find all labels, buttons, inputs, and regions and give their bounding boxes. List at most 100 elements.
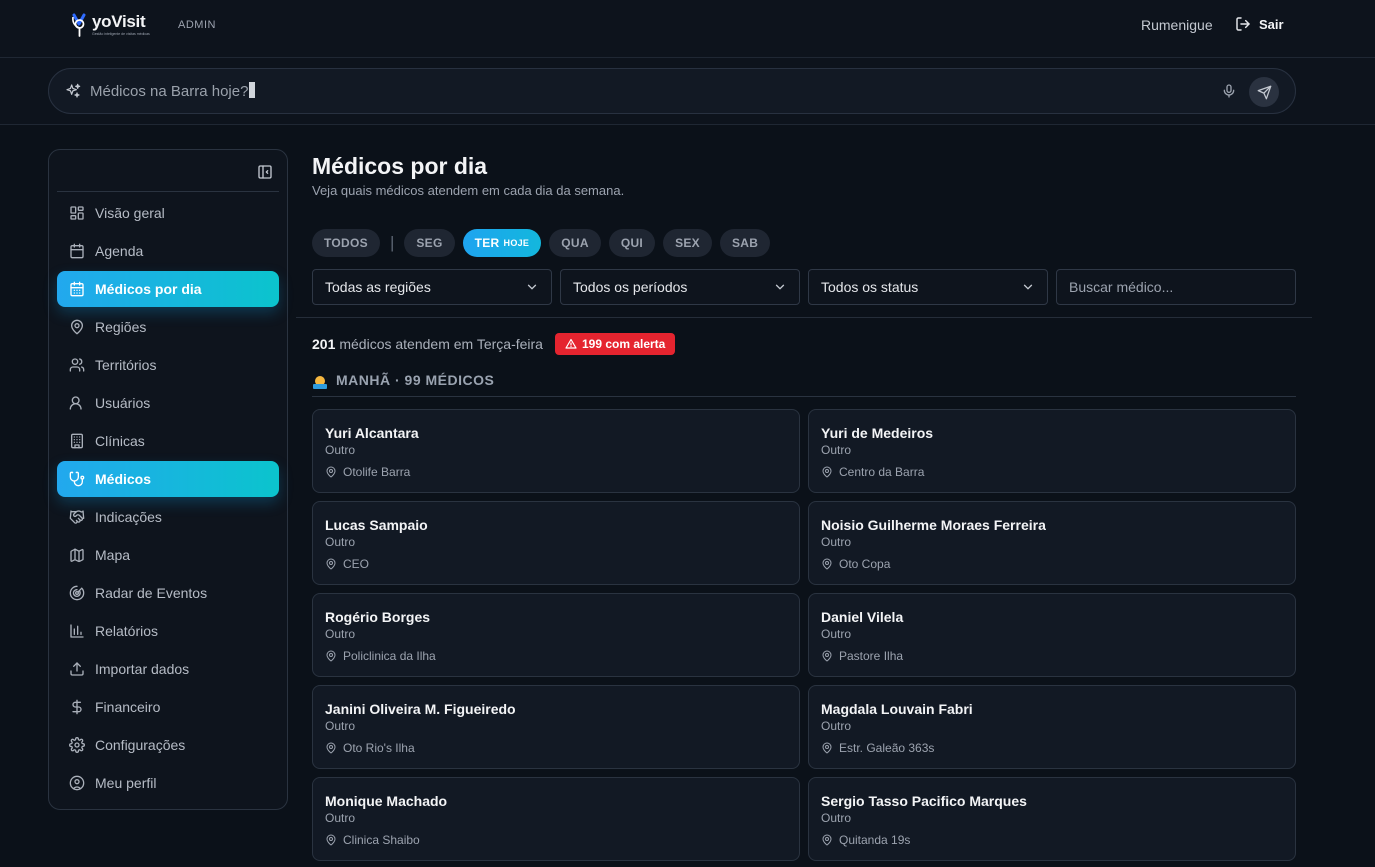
region-select[interactable]: Todas as regiões <box>312 269 552 305</box>
sidebar-item-territorios[interactable]: Territórios <box>57 347 279 383</box>
sun-icon <box>313 376 327 389</box>
bar-chart-icon <box>69 623 85 639</box>
results-text: médicos atendem em Terça-feira <box>339 336 543 352</box>
sidebar-item-relatorios[interactable]: Relatórios <box>57 613 279 649</box>
sidebar-item-indicacoes[interactable]: Indicações <box>57 499 279 535</box>
sidebar-item-label: Territórios <box>95 357 157 373</box>
doctor-location-label: Oto Rio's Ilha <box>343 741 415 755</box>
day-tab-sex[interactable]: SEX <box>663 229 712 257</box>
panel-collapse-icon <box>258 165 272 179</box>
sidebar-item-mapa[interactable]: Mapa <box>57 537 279 573</box>
day-tab-qua[interactable]: QUA <box>549 229 601 257</box>
sidebar-item-label: Relatórios <box>95 623 159 639</box>
sidebar-item-label: Meu perfil <box>95 775 157 791</box>
chevron-down-icon <box>527 284 537 290</box>
sidebar-item-visao-geral[interactable]: Visão geral <box>57 195 279 231</box>
doctor-search-input[interactable] <box>1056 269 1296 305</box>
sidebar-item-label: Indicações <box>95 509 162 525</box>
sidebar-item-label: Regiões <box>95 319 147 335</box>
sidebar-item-label: Usuários <box>95 395 151 411</box>
page-title: Médicos por dia <box>312 153 488 179</box>
stethoscope-icon <box>69 471 85 487</box>
day-tab-todos[interactable]: TODOS <box>312 229 380 257</box>
doctor-specialty: Outro <box>821 535 852 549</box>
map-pin-icon <box>821 742 833 754</box>
dollar-icon <box>69 699 85 715</box>
sidebar-item-clinicas[interactable]: Clínicas <box>57 423 279 459</box>
user-name[interactable]: Rumenigue <box>1141 17 1213 33</box>
doctor-name: Sergio Tasso Pacifico Marques <box>821 793 1027 809</box>
logout-button[interactable]: Sair <box>1235 16 1284 32</box>
sidebar-item-radar-de-eventos[interactable]: Radar de Eventos <box>57 575 279 611</box>
building-icon <box>69 433 85 449</box>
doctor-card[interactable]: Janini Oliveira M. Figueiredo Outro Oto Ri… <box>312 685 800 769</box>
map-pin-icon <box>821 834 833 846</box>
doctor-location: Centro da Barra <box>821 465 1283 479</box>
sidebar-item-usuarios[interactable]: Usuários <box>57 385 279 421</box>
send-button[interactable] <box>1249 77 1279 107</box>
map-pin-icon <box>821 558 833 570</box>
sidebar-item-meu-perfil[interactable]: Meu perfil <box>57 765 279 801</box>
upload-icon <box>69 661 85 677</box>
ai-search-text: Médicos na Barra hoje? <box>90 83 249 100</box>
warning-icon <box>565 338 577 349</box>
day-tab-seg[interactable]: SEG <box>404 229 455 257</box>
calendar-days-icon <box>69 281 85 297</box>
map-pin-icon <box>325 650 337 662</box>
doctor-specialty: Outro <box>325 443 356 457</box>
doctor-location-label: Estr. Galeão 363s <box>839 741 935 755</box>
ai-search-input[interactable]: Médicos na Barra hoje? <box>48 68 1296 114</box>
map-icon <box>69 547 85 563</box>
doctor-card[interactable]: Monique Machado Outro Clinica Shaibo <box>312 777 800 861</box>
doctor-name: Yuri Alcantara <box>325 425 419 441</box>
sidebar-item-regioes[interactable]: Regiões <box>57 309 279 345</box>
sidebar-item-label: Agenda <box>95 243 144 259</box>
sidebar-item-medicos-por-dia[interactable]: Médicos por dia <box>57 271 279 307</box>
day-tab-sab[interactable]: SAB <box>719 229 771 257</box>
day-tab-label: QUA <box>561 236 589 250</box>
doctor-card[interactable]: Lucas Sampaio Outro CEO <box>312 501 800 585</box>
doctor-card[interactable]: Yuri de Medeiros Outro Centro da Barra <box>808 409 1296 493</box>
doctor-card[interactable]: Yuri Alcantara Outro Otolife Barra <box>312 409 800 493</box>
sidebar-item-importar-dados[interactable]: Importar dados <box>57 651 279 687</box>
status-select[interactable]: Todos os status <box>808 269 1048 305</box>
mic-button[interactable] <box>1221 83 1237 99</box>
send-icon <box>1257 85 1271 99</box>
day-tab-label: SEG <box>416 236 443 250</box>
mic-icon <box>1223 84 1235 98</box>
doctor-location-label: Quitanda 19s <box>839 833 911 847</box>
doctor-card[interactable]: Rogério Borges Outro Policlinica da Ilha <box>312 593 800 677</box>
doctor-location: Oto Rio's Ilha <box>325 741 787 755</box>
layout-grid-icon <box>69 205 85 221</box>
day-tab-ter[interactable]: TER HOJE <box>462 229 542 257</box>
map-pin-icon <box>325 558 337 570</box>
user-role: ADMIN <box>178 19 216 31</box>
doctor-location-label: Otolife Barra <box>343 465 411 479</box>
day-filter: TODOS | SEG TER HOJE QUA QUI SEX SAB <box>312 229 778 257</box>
doctor-location: Quitanda 19s <box>821 833 1283 847</box>
region-select-value: Todas as regiões <box>325 279 431 295</box>
sidebar-item-medicos[interactable]: Médicos <box>57 461 279 497</box>
day-tab-qui[interactable]: QUI <box>608 229 656 257</box>
alert-badge[interactable]: 199 com alerta <box>554 333 676 355</box>
doctor-location: Clinica Shaibo <box>325 833 787 847</box>
doctor-specialty: Outro <box>325 811 356 825</box>
app-logo[interactable]: yoVisit Gestão inteligente de visitas mé… <box>70 12 150 38</box>
sidebar-item-financeiro[interactable]: Financeiro <box>57 689 279 725</box>
sidebar-item-agenda[interactable]: Agenda <box>57 233 279 269</box>
collapse-sidebar-button[interactable] <box>257 164 273 180</box>
sparkles-icon <box>66 83 81 98</box>
doctor-card[interactable]: Magdala Louvain Fabri Outro Estr. Galeão 3… <box>808 685 1296 769</box>
doctor-card[interactable]: Noisio Guilherme Moraes Ferreira Outro Oto… <box>808 501 1296 585</box>
doctor-card[interactable]: Sergio Tasso Pacifico Marques Outro Quitan… <box>808 777 1296 861</box>
user-icon <box>69 395 85 411</box>
top-bar: yoVisit Gestão inteligente de visitas mé… <box>0 0 1375 58</box>
ai-search-bar: Médicos na Barra hoje? <box>0 58 1375 125</box>
day-separator: | <box>389 233 395 252</box>
period-select[interactable]: Todos os períodos <box>560 269 800 305</box>
doctor-name: Noisio Guilherme Moraes Ferreira <box>821 517 1046 533</box>
sidebar-item-configuracoes[interactable]: Configurações <box>57 727 279 763</box>
users-icon <box>69 357 85 373</box>
calendar-icon <box>69 243 85 259</box>
doctor-card[interactable]: Daniel Vilela Outro Pastore Ilha <box>808 593 1296 677</box>
